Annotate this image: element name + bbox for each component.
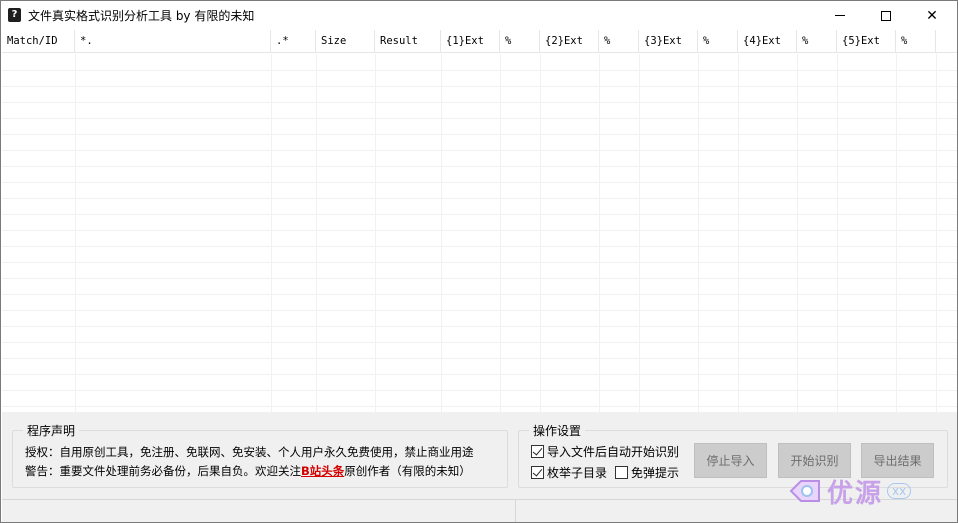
column-header-pct4[interactable]: % [797, 30, 837, 53]
status-segment-left [2, 500, 516, 522]
table-column-divider [540, 54, 541, 412]
table-column-divider [837, 54, 838, 412]
column-header-pct2[interactable]: % [599, 30, 639, 53]
enumerate-subdirs-label: 枚举子目录 [547, 466, 608, 480]
table-row-divider [2, 166, 957, 167]
maximize-button[interactable] [863, 1, 909, 30]
table-column-divider [599, 54, 600, 412]
table-column-divider [441, 54, 442, 412]
auto-start-label: 导入文件后自动开始识别 [547, 445, 680, 459]
table-row-divider [2, 230, 957, 231]
checkbox-unchecked-icon[interactable] [615, 466, 628, 479]
table-row-divider [2, 198, 957, 199]
column-header-pct3[interactable]: % [698, 30, 738, 53]
table-row-divider [2, 406, 957, 407]
table-column-divider [271, 54, 272, 412]
table-row-divider [2, 294, 957, 295]
warning-text: 警告：重要文件处理前务必备份，后果自负。欢迎关注B站头条原创作者（有限的未知） [25, 463, 471, 479]
watermark-badge: xx [887, 483, 912, 499]
app-window: ? 文件真实格式识别分析工具 by 有限的未知 ✕ Match/ID *. .*… [0, 0, 958, 523]
table-column-divider [500, 54, 501, 412]
column-header-ext3[interactable]: {3}Ext [639, 30, 698, 53]
table-column-divider [698, 54, 699, 412]
statement-title: 程序声明 [23, 422, 80, 439]
column-header-ext1[interactable]: {1}Ext [441, 30, 500, 53]
table-row-divider [2, 70, 957, 71]
warning-prefix: 警告：重要文件处理前务必备份，后果自负。欢迎关注 [25, 464, 301, 478]
column-header-ext5[interactable]: {5}Ext [837, 30, 896, 53]
table-row-divider [2, 86, 957, 87]
maximize-icon [881, 10, 891, 21]
table-column-divider [896, 54, 897, 412]
table-row-divider [2, 342, 957, 343]
column-header-size[interactable]: Size [316, 30, 375, 53]
table-body[interactable] [2, 54, 957, 412]
table-row-divider [2, 390, 957, 391]
no-popup-checkbox[interactable]: 免弹提示 [615, 464, 679, 481]
table-row-divider [2, 214, 957, 215]
table-row-divider [2, 246, 957, 247]
table-row-divider [2, 182, 957, 183]
table-column-divider [316, 54, 317, 412]
table-row-divider [2, 326, 957, 327]
table-row-divider [2, 118, 957, 119]
column-header-pct1[interactable]: % [500, 30, 540, 53]
question-mark-icon: ? [8, 8, 21, 22]
warning-suffix: 原创作者（有限的未知） [344, 464, 471, 478]
results-table[interactable]: Match/ID *. .* Size Result {1}Ext % {2}E… [2, 30, 957, 412]
table-column-divider [738, 54, 739, 412]
table-row-divider [2, 150, 957, 151]
table-row-divider [2, 310, 957, 311]
settings-title: 操作设置 [529, 422, 586, 439]
table-row-divider [2, 102, 957, 103]
watermark-text: 优源 [827, 478, 884, 509]
watermark-logo-icon [789, 480, 820, 502]
enumerate-subdirs-checkbox[interactable]: 枚举子目录 [531, 464, 607, 481]
minimize-icon [835, 15, 845, 16]
stop-import-button[interactable]: 停止导入 [694, 443, 767, 478]
watermark: 优源 xx [789, 471, 939, 511]
license-text: 授权：自用原创工具，免注册、免联网、免安装、个人用户永久免费使用，禁止商业用途 [25, 445, 474, 459]
table-column-divider [75, 54, 76, 412]
table-header: Match/ID *. .* Size Result {1}Ext % {2}E… [2, 30, 957, 53]
checkbox-checked-icon[interactable] [531, 445, 544, 458]
column-header-ext2[interactable]: {2}Ext [540, 30, 599, 53]
window-title: 文件真实格式识别分析工具 by 有限的未知 [28, 9, 255, 23]
table-row-divider [2, 134, 957, 135]
column-header-result[interactable]: Result [375, 30, 441, 53]
minimize-button[interactable] [817, 1, 863, 30]
statement-group: 程序声明 授权：自用原创工具，免注册、免联网、免安装、个人用户永久免费使用，禁止… [12, 422, 508, 488]
close-icon: ✕ [926, 7, 938, 24]
table-row-divider [2, 262, 957, 263]
table-column-divider [375, 54, 376, 412]
column-header-match-id[interactable]: Match/ID [2, 30, 75, 53]
column-header-ext4[interactable]: {4}Ext [738, 30, 797, 53]
title-bar[interactable]: ? 文件真实格式识别分析工具 by 有限的未知 ✕ [1, 1, 957, 30]
auto-start-checkbox[interactable]: 导入文件后自动开始识别 [531, 443, 679, 460]
close-button[interactable]: ✕ [909, 1, 955, 30]
checkbox-checked-icon[interactable] [531, 466, 544, 479]
table-column-divider [936, 54, 937, 412]
column-header-extension[interactable]: .* [271, 30, 316, 53]
column-header-pct5[interactable]: % [896, 30, 936, 53]
column-header-filename[interactable]: *. [75, 30, 271, 53]
table-row-divider [2, 374, 957, 375]
table-column-divider [639, 54, 640, 412]
no-popup-label: 免弹提示 [631, 466, 680, 480]
table-row-divider [2, 358, 957, 359]
table-column-divider [797, 54, 798, 412]
table-row-divider [2, 278, 957, 279]
author-link[interactable]: B站头条 [301, 464, 344, 478]
